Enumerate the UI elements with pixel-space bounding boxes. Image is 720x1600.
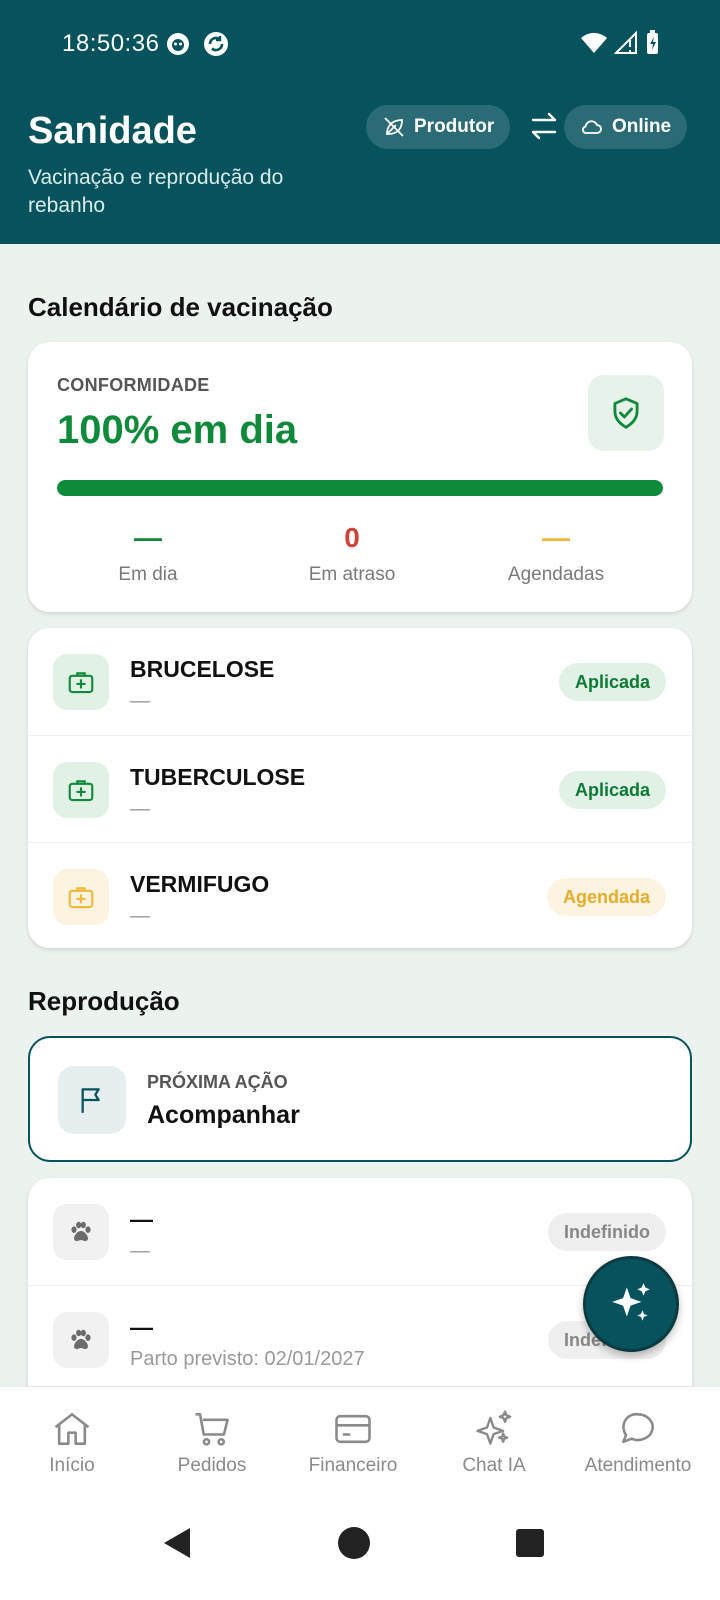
nav-label: Pedidos [177,1455,247,1476]
sparkles-icon [612,1283,650,1321]
shield-check-icon [588,375,664,451]
animal-name: — [130,1206,153,1232]
animal-detail: Parto previsto: 02/01/2027 [130,1348,365,1370]
nav-label: Financeiro [308,1455,398,1476]
status-badge: Aplicada [558,663,666,701]
chat-bubble-icon [622,1412,654,1444]
wifi-icon [581,32,607,53]
nav-label: Chat IA [462,1455,526,1476]
animal-detail: — [130,1240,150,1262]
stat-overdue: 0 Em atraso [252,522,452,586]
stat-value: — [542,522,570,553]
page-subtitle: Vacinação e reprodução do rebanho [28,166,284,217]
cloud-icon [582,120,602,134]
compliance-label: CONFORMIDADE [57,375,210,395]
status-badge: Aplicada [558,771,666,809]
notification-app-icon [167,33,189,55]
compliance-card: CONFORMIDADE 100% em dia — Em dia 0 Em a… [28,342,692,612]
nav-item-orders[interactable]: Pedidos [140,1407,284,1477]
vaccine-detail: — [130,905,150,927]
vaccine-detail: — [130,798,150,820]
nav-item-financial[interactable]: Financeiro [281,1407,425,1477]
stat-label: Agendadas [507,564,605,585]
nav-item-support[interactable]: Atendimento [563,1407,713,1477]
medical-kit-icon [53,869,109,925]
nav-label: Início [49,1455,95,1476]
profile-chip-label: Produtor [414,116,495,137]
page-title: Sanidade [28,110,197,152]
vaccine-detail: — [130,690,150,712]
swap-icon[interactable] [528,110,560,142]
animal-name: — [130,1314,153,1340]
ai-assistant-fab[interactable] [583,1256,679,1352]
sparkles-icon [476,1410,512,1445]
vaccination-section-title: Calendário de vacinação [28,292,333,322]
medical-kit-icon [53,762,109,818]
status-badge: Agendada [546,878,666,916]
compliance-progress-bar [57,480,663,496]
nav-item-home[interactable]: Início [0,1407,144,1477]
vaccine-row[interactable]: VERMIFUGO — Agendada [28,842,692,950]
battery-icon [647,30,658,54]
recents-icon[interactable] [515,1528,545,1558]
nav-item-chat-ia[interactable]: Chat IA [422,1407,566,1477]
home-icon [54,1413,90,1445]
stat-value: 0 [344,522,360,553]
vaccine-name: VERMIFUGO [130,871,270,897]
cell-signal-icon [614,31,637,54]
medical-kit-icon [53,654,109,710]
back-icon[interactable] [162,1526,192,1560]
reproduction-section-title: Reprodução [28,986,180,1016]
bottom-navigation: Início Pedidos Financeiro Chat IA Atendi… [0,1386,720,1500]
vaccine-row[interactable]: BRUCELOSE — Aplicada [28,628,692,736]
vaccine-name: BRUCELOSE [130,656,275,682]
stat-label: Em dia [118,564,178,585]
animal-row[interactable]: — — Indefinido [28,1178,692,1286]
stat-up-to-date: — Em dia [48,522,248,586]
vaccine-row[interactable]: TUBERCULOSE — Aplicada [28,735,692,843]
home-circle-icon[interactable] [337,1526,371,1560]
compliance-progress-fill [57,480,663,496]
nav-label: Atendimento [584,1455,692,1476]
next-action-value: Acompanhar [147,1101,300,1129]
vaccine-list: BRUCELOSE — Aplicada TUBERCULOSE — Aplic… [28,628,692,948]
connection-status-chip[interactable]: Online [564,105,688,149]
paw-icon [53,1204,109,1260]
status-badge: Indefinido [548,1213,666,1251]
status-bar: 18:50:36 [0,0,720,90]
compliance-value: 100% em dia [57,408,298,452]
system-navigation-bar [0,1500,720,1600]
flag-icon [58,1066,126,1134]
profile-chip[interactable]: Produtor [366,105,511,149]
cart-icon [195,1413,229,1446]
stat-label: Em atraso [308,564,396,585]
paw-icon [53,1312,109,1368]
connection-status-label: Online [612,116,672,137]
stat-scheduled: — Agendadas [456,522,656,586]
status-time: 18:50:36 [62,30,160,57]
stat-value: — [134,522,162,553]
sync-app-icon [204,32,228,56]
vaccine-name: TUBERCULOSE [130,764,306,790]
leaf-icon [384,117,404,137]
next-action-card[interactable]: PRÓXIMA AÇÃO Acompanhar [28,1036,692,1162]
app-header: 18:50:36 Sanidade Vacinação e reprodução… [0,0,720,244]
next-action-label: PRÓXIMA AÇÃO [147,1072,288,1092]
card-icon [335,1414,371,1444]
